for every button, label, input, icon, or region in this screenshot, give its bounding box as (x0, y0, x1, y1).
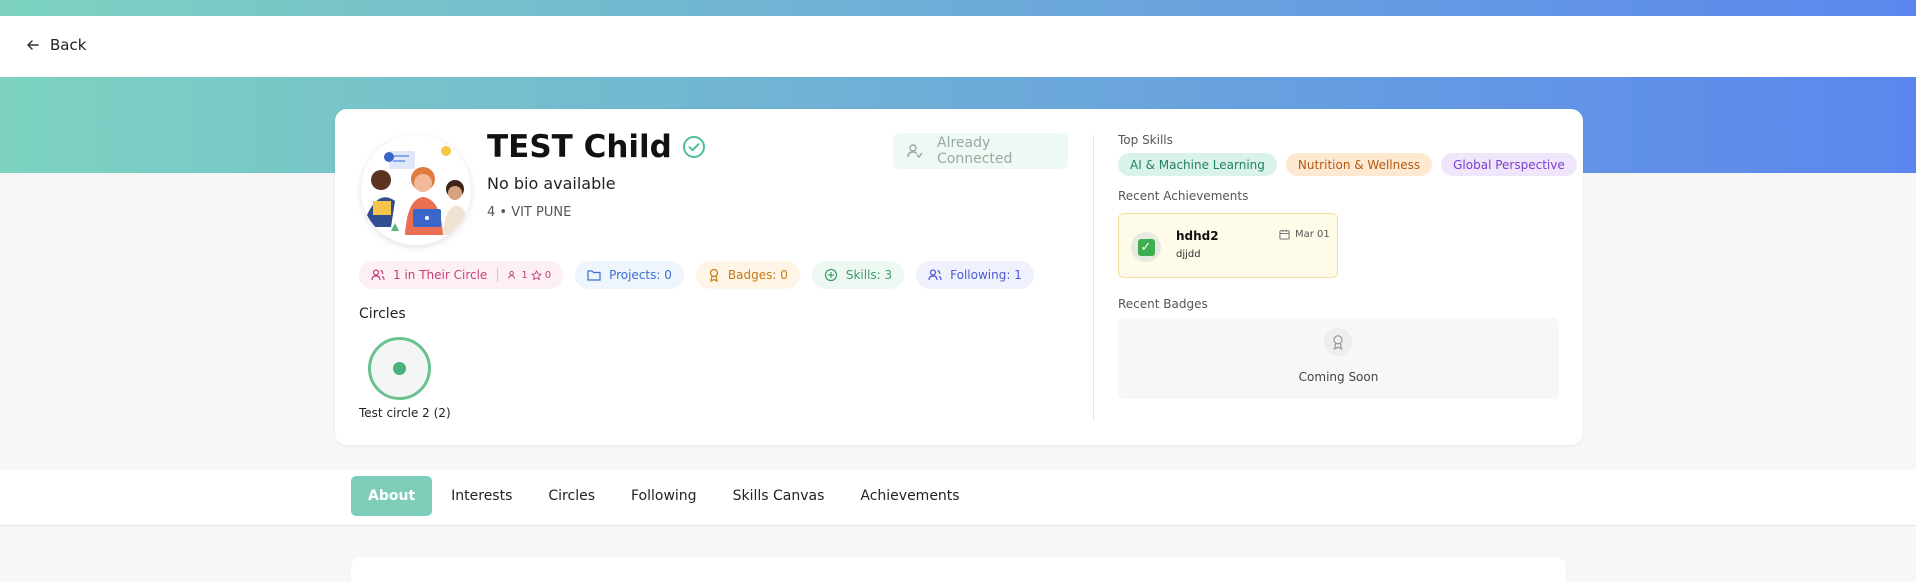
achievement-subtitle: djjdd (1176, 249, 1201, 260)
circle-members-count: 1 0 (508, 269, 552, 281)
achievement-title: hdhd2 (1176, 229, 1219, 243)
back-label: Back (50, 36, 87, 54)
star-icon (530, 269, 542, 281)
users-icon (371, 268, 385, 282)
badges-heading: Recent Badges (1118, 297, 1208, 311)
badges-stat-label: Badges: 0 (727, 268, 788, 282)
tab-interests[interactable]: Interests (434, 476, 529, 516)
skill-tag[interactable]: Global Perspective (1441, 153, 1577, 176)
folder-icon (587, 268, 601, 282)
vertical-divider (1093, 135, 1094, 421)
tab-skills-canvas[interactable]: Skills Canvas (716, 476, 842, 516)
verified-icon (682, 135, 706, 159)
tab-circles[interactable]: Circles (531, 476, 612, 516)
projects-stat-label: Projects: 0 (609, 268, 672, 282)
achievement-icon-wrapper: ✓ (1131, 232, 1161, 262)
circle-avatar[interactable] (368, 337, 431, 400)
avatar (361, 135, 471, 245)
tab-achievements[interactable]: Achievements (843, 476, 976, 516)
user-check-icon (907, 143, 923, 159)
coming-soon-label: Coming Soon (1298, 370, 1379, 384)
skill-tag[interactable]: Nutrition & Wellness (1285, 153, 1433, 176)
circles-heading: Circles (359, 306, 406, 322)
achievement-date-value: Mar 01 (1295, 229, 1330, 240)
profile-name: TEST Child (487, 129, 672, 165)
achievements-heading: Recent Achievements (1118, 189, 1249, 203)
profile-card: TEST Child No bio available 4 • VIT PUNE… (335, 109, 1583, 445)
skill-tag[interactable]: AI & Machine Learning (1118, 153, 1277, 176)
check-icon: ✓ (1137, 238, 1155, 256)
tab-following[interactable]: Following (614, 476, 714, 516)
circle-stat-pill[interactable]: 1 in Their Circle 1 0 (359, 261, 564, 289)
profile-meta: 4 • VIT PUNE (487, 205, 572, 220)
achievement-card[interactable]: ✓ hdhd2 djjdd Mar 01 (1118, 213, 1338, 278)
users-icon (928, 268, 942, 282)
skills-stat-pill[interactable]: Skills: 3 (811, 261, 905, 289)
following-stat-pill[interactable]: Following: 1 (916, 261, 1034, 289)
connection-label: Already Connected (937, 135, 1013, 167)
calendar-icon (1279, 229, 1290, 240)
circle-label[interactable]: Test circle 2 (2) (359, 406, 451, 420)
back-button[interactable]: Back (26, 36, 86, 54)
profile-bio: No bio available (487, 174, 616, 193)
users-small-icon (508, 270, 518, 280)
skills-stat-label: Skills: 3 (845, 268, 893, 282)
top-skills-heading: Top Skills (1118, 133, 1173, 147)
award-icon (1324, 328, 1352, 356)
top-navigation-bar: Back (0, 16, 1916, 77)
circle-members-value: 1 (521, 269, 528, 281)
badges-stat-pill[interactable]: Badges: 0 (695, 261, 800, 289)
circle-stat-label: 1 in Their Circle (393, 268, 488, 282)
tab-about[interactable]: About (351, 476, 433, 516)
following-stat-label: Following: 1 (950, 268, 1022, 282)
circle-dot-icon (393, 362, 406, 375)
award-icon (708, 268, 720, 282)
profile-sidebar: Top Skills AI & Machine Learning Nutriti… (1118, 133, 1577, 399)
skills-icon (824, 268, 838, 282)
already-connected-button[interactable]: Already Connected (893, 133, 1068, 169)
profile-tabs-bar: About Interests Circles Following Skills… (0, 470, 1916, 526)
projects-stat-pill[interactable]: Projects: 0 (575, 261, 684, 289)
circle-stars-value: 0 (544, 269, 552, 281)
tab-content-card (351, 557, 1566, 582)
achievement-date: Mar 01 (1279, 229, 1330, 240)
header-gradient-strip (0, 0, 1916, 16)
badges-empty-state: Coming Soon (1118, 318, 1559, 399)
arrow-left-icon (26, 38, 40, 52)
divider (497, 268, 499, 282)
